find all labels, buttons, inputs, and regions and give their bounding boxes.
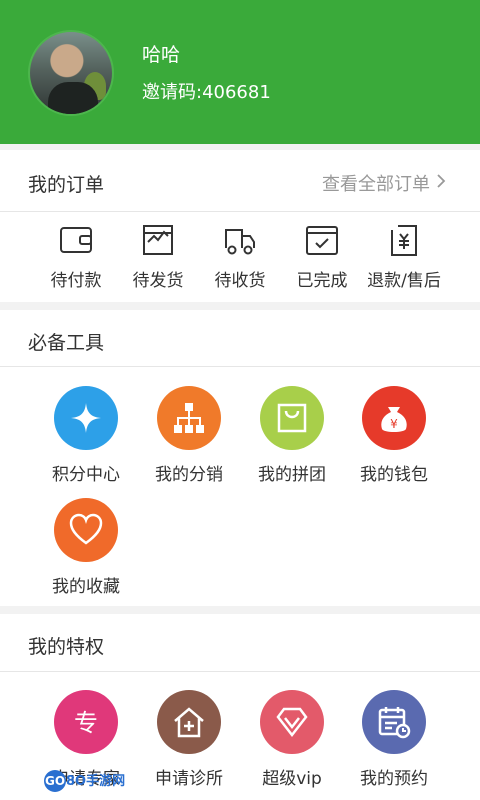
- view-all-orders-link[interactable]: 查看全部订单: [322, 170, 430, 196]
- wallet-icon: [60, 227, 92, 253]
- tools-title: 必备工具: [28, 332, 105, 354]
- privileges-divider: [0, 671, 480, 672]
- orders-title: 我的订单: [28, 174, 105, 196]
- privilege-apply-clinic[interactable]: 申请诊所: [141, 690, 237, 789]
- order-item-label: 已完成: [296, 271, 348, 291]
- watermark-text: 8O手游网: [66, 774, 126, 789]
- star-icon: [54, 386, 118, 450]
- money-bag-icon: ¥: [362, 386, 426, 450]
- watermark-logo: GO: [44, 770, 66, 792]
- orders-divider: [0, 211, 480, 212]
- tool-label: 积分中心: [52, 465, 120, 485]
- privilege-label: 超级vip: [262, 769, 322, 789]
- tool-label: 我的收藏: [52, 577, 120, 597]
- order-completed[interactable]: 已完成: [282, 222, 362, 291]
- heart-icon: [54, 498, 118, 562]
- order-pending-payment[interactable]: 待付款: [36, 222, 116, 291]
- chevron-right-icon[interactable]: [434, 174, 448, 188]
- tool-distribution[interactable]: 我的分销: [141, 386, 237, 485]
- order-item-label: 待发货: [132, 271, 184, 291]
- username: 哈哈: [142, 44, 181, 66]
- order-pending-receipt[interactable]: 待收货: [200, 222, 280, 291]
- truck-icon: [225, 229, 255, 255]
- order-item-label: 退款/售后: [367, 271, 441, 291]
- privilege-my-appointments[interactable]: 我的预约: [346, 690, 442, 789]
- svg-text:专: 专: [74, 709, 98, 737]
- svg-text:¥: ¥: [390, 417, 398, 431]
- order-refund[interactable]: 退款/售后: [364, 222, 444, 291]
- refund-icon: [391, 225, 417, 256]
- tool-wallet[interactable]: ¥ 我的钱包: [346, 386, 442, 485]
- avatar-figure: [48, 82, 98, 114]
- order-pending-shipment[interactable]: 待发货: [118, 222, 198, 291]
- invite-code: 邀请码:406681: [142, 82, 271, 103]
- clinic-icon: [157, 690, 221, 754]
- order-item-label: 待收货: [214, 271, 266, 291]
- avatar[interactable]: [28, 30, 114, 116]
- tool-points-center[interactable]: 积分中心: [38, 386, 134, 485]
- privilege-label: 申请诊所: [155, 769, 223, 789]
- check-box-icon: [306, 226, 338, 255]
- tool-label: 我的分销: [155, 465, 223, 485]
- privilege-label: 我的预约: [360, 769, 428, 789]
- privileges-title: 我的特权: [28, 636, 105, 658]
- hierarchy-icon: [157, 386, 221, 450]
- order-item-label: 待付款: [50, 271, 102, 291]
- tool-label: 我的钱包: [360, 465, 428, 485]
- bag-icon: [260, 386, 324, 450]
- tools-divider: [0, 366, 480, 367]
- box-icon: [143, 225, 173, 255]
- tool-group-buy[interactable]: 我的拼团: [244, 386, 340, 485]
- expert-icon: 专: [54, 690, 118, 754]
- privilege-super-vip[interactable]: 超级vip: [244, 690, 340, 789]
- diamond-icon: [260, 690, 324, 754]
- tool-label: 我的拼团: [258, 465, 326, 485]
- profile-header: 哈哈 邀请码:406681: [0, 0, 480, 144]
- tool-favorites[interactable]: 我的收藏: [38, 498, 134, 597]
- calendar-icon: [362, 690, 426, 754]
